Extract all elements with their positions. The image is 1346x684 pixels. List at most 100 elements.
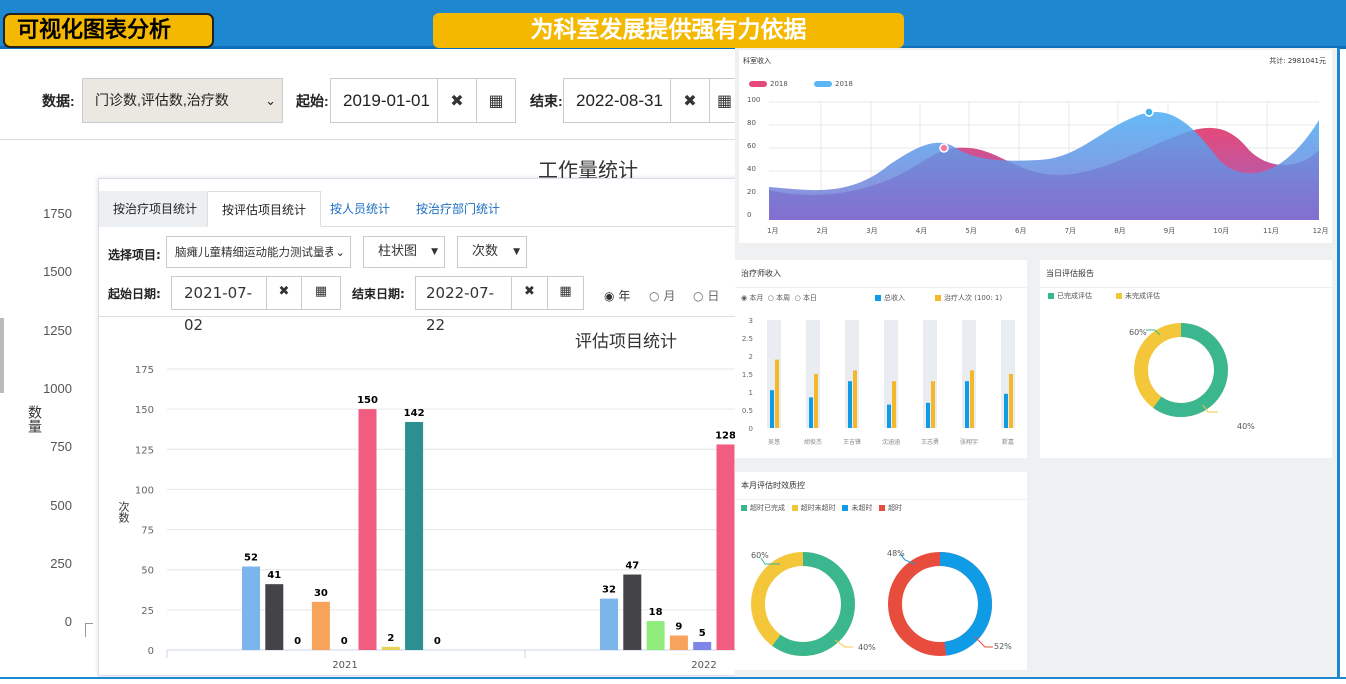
data-label: 数据: (42, 93, 75, 109)
bar-value-label: 30 (314, 588, 328, 599)
start-date-input[interactable]: 2019-01-01 (330, 78, 438, 123)
panel-end-date[interactable]: 2022-07-22 (415, 276, 512, 334)
tab-evaluation-project[interactable]: 按评估项目统计 (207, 191, 322, 227)
therapist-bar-chart: 3 2.5 2 1.5 1 0.5 0 吴悠 胡俊杰 王吉锋 沈涵涵 王志勇 张翔宇 靳嘉 (742, 317, 1015, 446)
bg-chart-ytick: 500 (50, 497, 72, 513)
bg-chart-ytick: 750 (50, 439, 72, 455)
legend-swatch (741, 505, 747, 511)
quality-legend: 超时已完成 超时未超时 未超时 超时 (741, 503, 902, 513)
end-date-label: 结束日期: (352, 287, 405, 301)
data-select[interactable]: 门诊数,评估数,治疗数 ⌄ (82, 78, 283, 123)
legend-label: 超时已完成 (750, 504, 785, 512)
tab-treatment-project[interactable]: 按治疗项目统计 (99, 191, 212, 227)
bar-value-label: 32 (602, 585, 616, 596)
income-month-label: 7月 (1064, 227, 1077, 235)
clear-icon[interactable]: ✖ (266, 276, 302, 310)
legend-swatch (842, 505, 849, 511)
income-month-label: 8月 (1114, 227, 1126, 235)
y-tick-label: 100 (135, 485, 154, 496)
chevron-down-icon: ⌄ (333, 237, 345, 267)
today-legend-2: 未完成评估 (1116, 291, 1160, 301)
side-scroll-handle[interactable] (0, 318, 4, 393)
y-tick-label: 50 (141, 566, 154, 577)
chart-bar (646, 621, 665, 650)
legend-swatch (814, 81, 832, 87)
therapist-bar-income (965, 381, 969, 428)
y-tick-label: 0 (148, 646, 154, 657)
therapist-bar-visits (1009, 374, 1013, 428)
therapist-income-card: 治疗师收入 ◉ 本月 ○ 本周 ○ 本日 总收入 治疗人次 (100: 1) 3… (735, 260, 1027, 458)
bg-axis-corner (85, 623, 93, 637)
therapist-bar-income (770, 390, 774, 428)
legend-label: 2018 (770, 80, 788, 88)
therapist-ytick: 2.5 (742, 335, 753, 343)
therapist-bar-income (926, 402, 930, 428)
income-total: 共计: 2981041元 (1269, 57, 1326, 65)
calendar-icon[interactable]: ▦ (476, 78, 516, 123)
therapist-bar-income (887, 404, 891, 428)
project-select[interactable]: 脑瘫儿童精细运动能力测试量表 ⌄ (166, 236, 351, 268)
clear-end-icon[interactable]: ✖ (670, 78, 710, 123)
panel-chart-title: 评估项目统计 (575, 332, 677, 352)
quality-card: 本月评估时效质控 超时已完成 超时未超时 未超时 超时 60% 40% 48% … (735, 472, 1027, 670)
quality-donuts (751, 552, 993, 656)
income-month-label: 2月 (816, 227, 829, 235)
therapist-bar-visits (892, 381, 896, 428)
radio-label: 本月 (749, 294, 764, 302)
quality-pct-2: 40% (858, 643, 876, 652)
therapist-ytick: 1 (749, 389, 753, 397)
metric-select[interactable]: 次数 ▼ (457, 236, 527, 268)
income-month-label: 3月 (866, 227, 878, 235)
chart-bar (242, 566, 260, 650)
radio-checked-icon: ◉ (604, 289, 615, 303)
today-legend-1: 已完成评估 (1048, 291, 1092, 301)
therapist-radios[interactable]: ◉ 本月 ○ 本周 ○ 本日 (741, 293, 817, 303)
chart-type-select[interactable]: 柱状图 ▼ (363, 236, 445, 268)
income-ytick: 0 (747, 211, 752, 219)
project-label: 选择项目: (108, 248, 161, 262)
tab-by-person[interactable]: 按人员统计 (316, 191, 404, 227)
panel-divider (99, 316, 737, 317)
today-report-card: 当日评估报告 已完成评估 未完成评估 60% 40% (1040, 260, 1332, 458)
therapist-name: 吴悠 (768, 438, 780, 446)
income-title: 科室收入 (743, 57, 771, 65)
panel-start-date[interactable]: 2021-07-02 (171, 276, 267, 334)
bg-chart-ytick: 1000 (43, 380, 72, 396)
quality-title: 本月评估时效质控 (735, 472, 1027, 500)
legend-swatch (879, 505, 886, 511)
radio-month-label: 月 (663, 289, 676, 303)
radio-checked-icon: ◉ (741, 294, 748, 302)
income-marker (1144, 107, 1154, 117)
tab-by-department[interactable]: 按治疗部门统计 (402, 191, 514, 227)
radio-month[interactable]: ○ 月 (649, 287, 675, 304)
therapist-bar-visits (931, 381, 935, 428)
radio-empty-icon: ○ (794, 294, 801, 302)
legend-label: 治疗人次 (100: 1) (944, 294, 1003, 302)
data-select-value: 门诊数,评估数,治疗数 (95, 92, 229, 108)
radio-day[interactable]: ○ 日 (693, 287, 719, 304)
calendar-icon[interactable]: ▦ (301, 276, 341, 310)
therapist-legend-2: 治疗人次 (100: 1) (935, 293, 1002, 303)
metric-value: 次数 (472, 244, 499, 259)
end-date-input[interactable]: 2022-08-31 (563, 78, 671, 123)
bottom-border (0, 677, 1346, 679)
chart-bar (623, 574, 642, 650)
therapist-ytick: 1.5 (742, 371, 753, 379)
bar-value-label: 128 (715, 430, 736, 441)
clear-icon[interactable]: ✖ (511, 276, 548, 310)
therapist-bar-income (809, 397, 813, 428)
therapist-name: 沈涵涵 (882, 438, 900, 446)
evaluation-panel: 按治疗项目统计 按评估项目统计 按人员统计 按治疗部门统计 选择项目: 脑瘫儿童… (98, 178, 738, 676)
chart-bar (669, 635, 688, 650)
clear-start-icon[interactable]: ✖ (437, 78, 477, 123)
bar-value-label: 47 (625, 561, 639, 572)
y-tick-label: 175 (135, 365, 154, 376)
legend-label: 未超时 (851, 504, 873, 512)
therapist-ytick: 0 (749, 425, 753, 433)
legend-swatch (1116, 293, 1122, 299)
calendar-icon[interactable]: ▦ (547, 276, 584, 310)
bar-value-label: 0 (341, 636, 348, 647)
quality-pct-4: 52% (994, 642, 1012, 651)
radio-year[interactable]: ◉ 年 (604, 287, 630, 304)
chart-type-value: 柱状图 (378, 244, 418, 259)
